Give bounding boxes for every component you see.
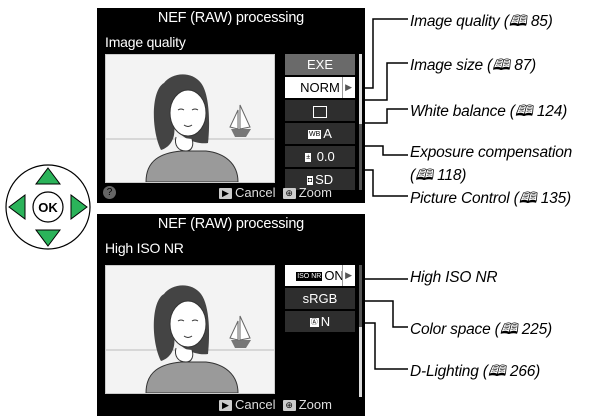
callout-exposure-compensation: Exposure compensation [410, 144, 573, 161]
callout-white-balance: White balance (🕮 124) [410, 103, 568, 120]
callout-color-space: Color space (🕮 225) [410, 321, 552, 338]
callout-image-quality: Image quality (🕮 85) [410, 13, 553, 30]
callout-picture-control: Picture Control (🕮 135) [410, 190, 571, 207]
callout-image-size: Image size (🕮 87) [410, 57, 537, 74]
callout-d-lighting: D-Lighting (🕮 266) [410, 363, 541, 380]
callout-high-iso-nr: High ISO NR [410, 269, 498, 286]
